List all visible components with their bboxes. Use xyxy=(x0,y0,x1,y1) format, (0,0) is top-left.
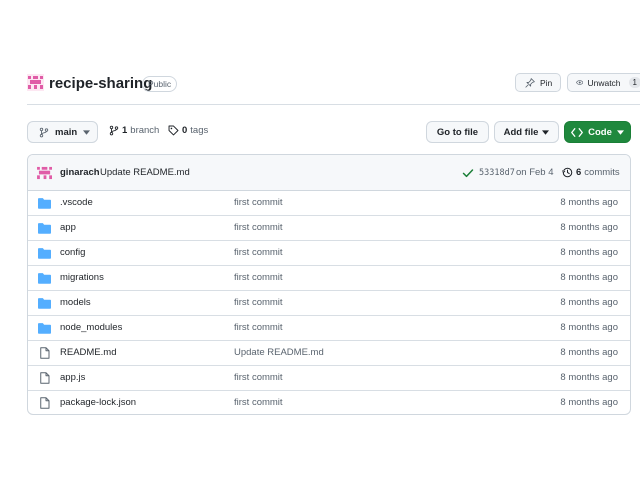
eye-icon xyxy=(576,80,584,85)
file-age: 8 months ago xyxy=(560,372,618,383)
header-divider xyxy=(27,104,640,105)
file-age: 8 months ago xyxy=(560,322,618,333)
file-name-link[interactable]: .vscode xyxy=(60,197,93,208)
file-age: 8 months ago xyxy=(560,397,618,408)
file-name-link[interactable]: package-lock.json xyxy=(60,397,136,408)
file-commit-message-link[interactable]: first commit xyxy=(234,272,283,283)
folder-icon xyxy=(38,297,51,309)
commit-date: on Feb 4 xyxy=(516,167,554,178)
file-row[interactable]: package-lock.json first commit 8 months ag… xyxy=(28,391,630,414)
branch-icon xyxy=(109,125,119,136)
folder-icon xyxy=(38,272,51,284)
file-name-link[interactable]: config xyxy=(60,247,85,258)
file-row[interactable]: app.js first commit 8 months ago xyxy=(28,366,630,391)
add-file-label: Add file xyxy=(503,126,539,138)
code-button[interactable]: Code xyxy=(564,121,631,143)
branch-name: main xyxy=(55,126,78,138)
file-icon xyxy=(38,372,51,384)
repo-name-link[interactable]: recipe-sharing xyxy=(49,74,152,93)
pin-label: Pin xyxy=(540,77,553,88)
branch-count: 1 xyxy=(122,125,128,136)
file-row[interactable]: app first commit 8 months ago xyxy=(28,216,630,241)
history-icon xyxy=(562,167,573,178)
folder-icon xyxy=(38,222,51,234)
watch-count: 1 xyxy=(628,77,640,88)
tag-count: 0 xyxy=(182,125,188,136)
folder-icon xyxy=(38,197,51,209)
branch-selector[interactable]: main xyxy=(27,121,98,143)
branch-icon xyxy=(39,127,49,137)
folder-icon xyxy=(38,247,51,259)
file-list: .vscode first commit 8 months ago app first … xyxy=(28,191,630,414)
commit-author[interactable]: ginarach xyxy=(60,167,100,178)
folder-icon xyxy=(38,322,51,334)
file-commit-message-link[interactable]: first commit xyxy=(234,197,283,208)
file-commit-message-link[interactable]: first commit xyxy=(234,297,283,308)
latest-commit-bar: ginarach Update README.md 53318d7 on Feb… xyxy=(28,155,630,191)
file-row[interactable]: models first commit 8 months ago xyxy=(28,291,630,316)
file-commit-message-link[interactable]: first commit xyxy=(234,372,283,383)
branches-link[interactable]: 1 branch xyxy=(109,125,159,136)
chevron-down-icon xyxy=(83,129,91,135)
commit-history-link[interactable]: 6 commits xyxy=(562,167,620,178)
commit-count: 6 xyxy=(576,167,582,178)
tag-word: tags xyxy=(190,125,209,136)
branch-word: branch xyxy=(130,125,160,136)
visibility-badge: Public xyxy=(142,76,178,92)
file-icon xyxy=(38,347,51,359)
check-icon[interactable] xyxy=(462,167,474,179)
code-label: Code xyxy=(588,126,612,138)
file-row[interactable]: .vscode first commit 8 months ago xyxy=(28,191,630,216)
repo-owner-avatar[interactable] xyxy=(27,74,44,91)
tag-icon xyxy=(168,125,179,136)
go-to-file-button[interactable]: Go to file xyxy=(426,121,489,143)
file-row[interactable]: README.md Update README.md 8 months ago xyxy=(28,341,630,366)
commit-hash[interactable]: 53318d7 xyxy=(479,168,515,178)
go-to-file-label: Go to file xyxy=(436,126,479,138)
file-name-link[interactable]: app xyxy=(60,222,76,233)
file-age: 8 months ago xyxy=(560,272,618,283)
file-name-link[interactable]: README.md xyxy=(60,347,116,358)
file-name-link[interactable]: node_modules xyxy=(60,322,122,333)
file-name-link[interactable]: models xyxy=(60,297,91,308)
file-commit-message-link[interactable]: Update README.md xyxy=(234,347,324,358)
file-name-link[interactable]: app.js xyxy=(60,372,85,383)
commit-author-avatar[interactable] xyxy=(37,166,53,180)
code-icon xyxy=(571,127,584,137)
file-commit-message-link[interactable]: first commit xyxy=(234,247,283,258)
file-age: 8 months ago xyxy=(560,247,618,258)
pin-button[interactable]: Pin xyxy=(515,73,561,92)
unwatch-label: Unwatch xyxy=(587,77,621,88)
file-icon xyxy=(38,397,51,409)
file-age: 8 months ago xyxy=(560,347,618,358)
unwatch-button[interactable]: Unwatch 1 xyxy=(567,73,640,92)
file-age: 8 months ago xyxy=(560,197,618,208)
add-file-button[interactable]: Add file xyxy=(494,121,559,143)
file-table: ginarach Update README.md 53318d7 on Feb… xyxy=(27,154,631,415)
pin-icon xyxy=(525,77,535,88)
file-row[interactable]: migrations first commit 8 months ago xyxy=(28,266,630,291)
commit-message[interactable]: Update README.md xyxy=(100,167,190,178)
file-name-link[interactable]: migrations xyxy=(60,272,104,283)
tags-link[interactable]: 0 tags xyxy=(168,125,208,136)
file-commit-message-link[interactable]: first commit xyxy=(234,322,283,333)
file-age: 8 months ago xyxy=(560,297,618,308)
file-commit-message-link[interactable]: first commit xyxy=(234,397,283,408)
file-row[interactable]: node_modules first commit 8 months ago xyxy=(28,316,630,341)
chevron-down-icon xyxy=(616,129,624,135)
file-commit-message-link[interactable]: first commit xyxy=(234,222,283,233)
file-row[interactable]: config first commit 8 months ago xyxy=(28,241,630,266)
chevron-down-icon xyxy=(542,129,550,135)
file-age: 8 months ago xyxy=(560,222,618,233)
commit-count-word: commits xyxy=(584,167,620,178)
